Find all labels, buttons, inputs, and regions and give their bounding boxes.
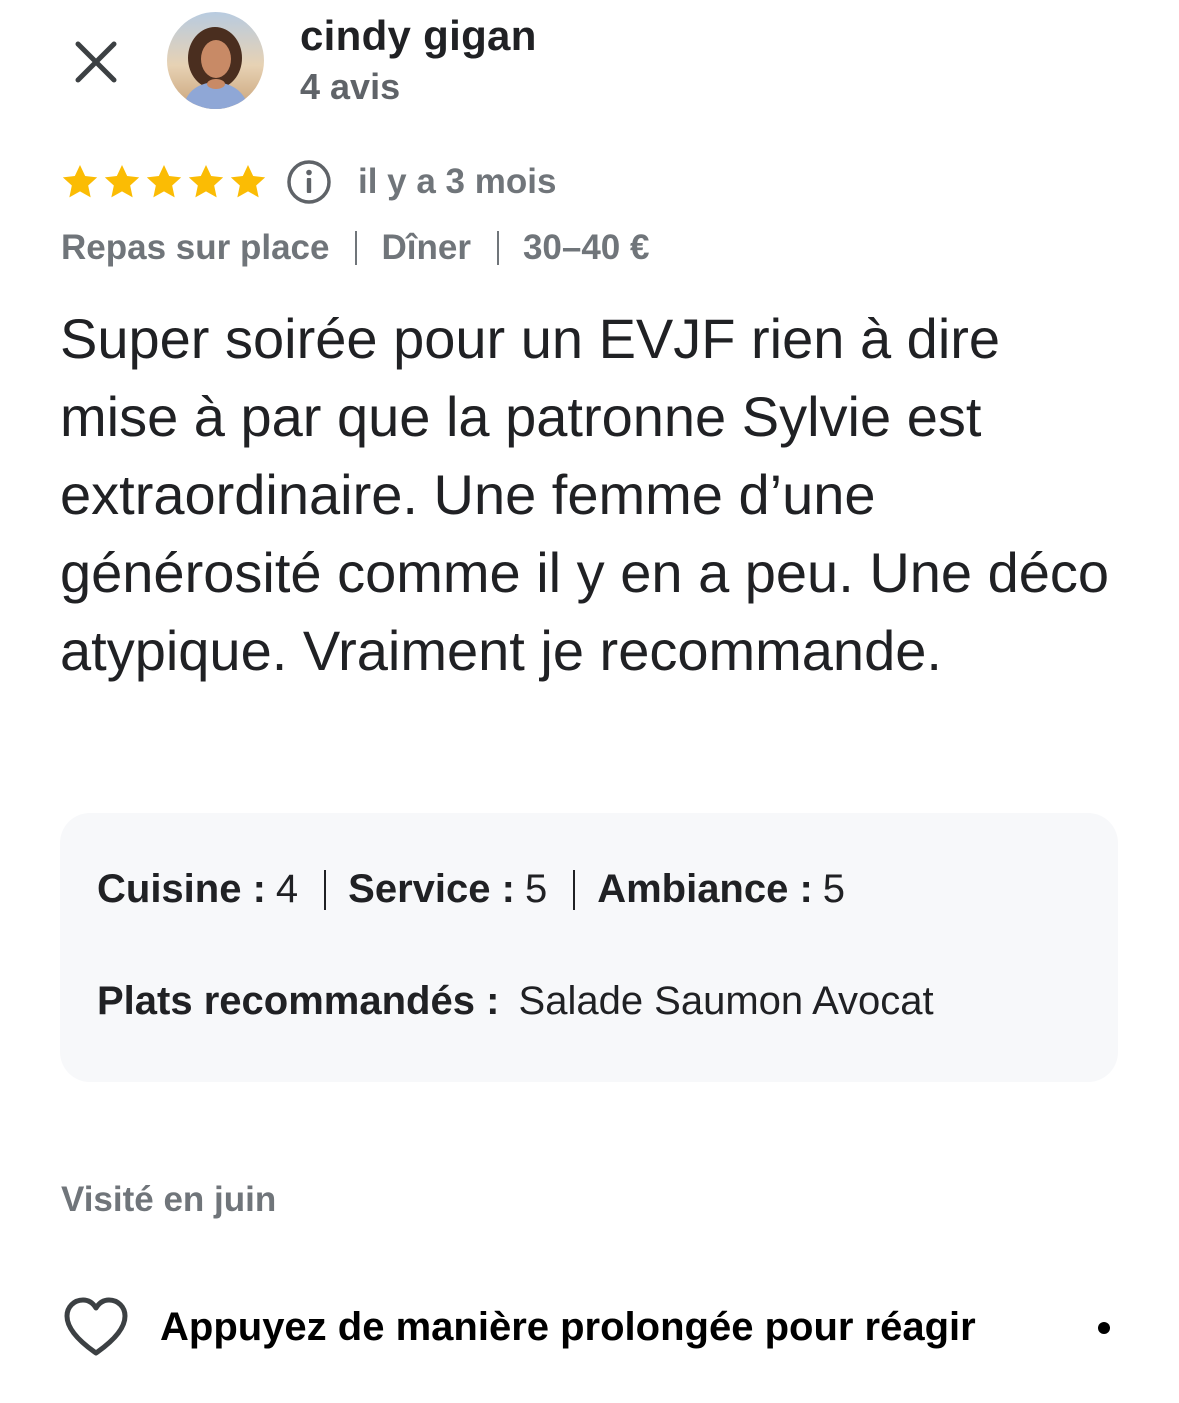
heart-icon[interactable] (62, 1296, 130, 1358)
service-label: Service : (348, 867, 515, 911)
review-count[interactable]: 4 avis (300, 66, 400, 108)
service-type: Repas sur place (61, 228, 330, 267)
indicator-dot (1098, 1322, 1110, 1334)
ambiance-score: 5 (822, 867, 846, 911)
react-button[interactable]: Appuyez de manière prolongée pour réagir (62, 1296, 976, 1358)
meal-type: Dîner (381, 228, 471, 267)
star-icon (104, 165, 140, 198)
divider (355, 231, 358, 265)
dishes-value: Salade Saumon Avocat (518, 979, 934, 1023)
scores-row: Cuisine : 4 Service : 5 Ambiance : 5 (97, 867, 845, 912)
divider (496, 231, 499, 265)
star-icon (146, 165, 182, 198)
divider (324, 869, 327, 910)
cuisine-label: Cuisine : (97, 867, 266, 911)
avatar[interactable] (167, 12, 264, 109)
dishes-label: Plats recommandés : (97, 979, 500, 1023)
details-card: Cuisine : 4 Service : 5 Ambiance : 5 Pla… (60, 813, 1118, 1082)
close-icon (75, 41, 117, 83)
close-button[interactable] (66, 32, 126, 92)
star-icon (62, 165, 98, 198)
react-hint: Appuyez de manière prolongée pour réagir (160, 1304, 976, 1349)
divider (573, 869, 576, 910)
info-icon[interactable] (286, 159, 332, 205)
star-icon (188, 165, 224, 198)
review-date: il y a 3 mois (358, 162, 557, 201)
star-rating (60, 162, 268, 202)
star-icon (230, 165, 266, 198)
review-detail-page: cindy gigan 4 avis il y a 3 mois Repas s… (0, 0, 1179, 1403)
service-score: 5 (524, 867, 548, 911)
cuisine-score: 4 (275, 867, 299, 911)
rating-row: il y a 3 mois (60, 156, 556, 208)
visited-date: Visité en juin (61, 1180, 277, 1219)
recommended-dishes: Plats recommandés : Salade Saumon Avocat (97, 979, 934, 1024)
visit-meta: Repas sur place Dîner 30–40 € (61, 228, 649, 268)
price-range: 30–40 € (522, 228, 650, 267)
review-text: Super soirée pour un EVJF rien à dire mi… (60, 307, 1110, 682)
author-name[interactable]: cindy gigan (300, 12, 537, 60)
ambiance-label: Ambiance : (597, 867, 813, 911)
